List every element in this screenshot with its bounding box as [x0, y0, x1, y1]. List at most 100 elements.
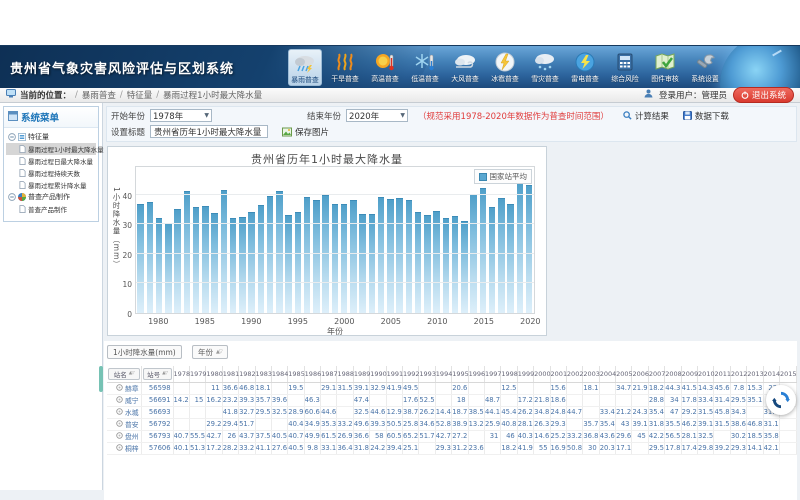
chart-title-input[interactable]: 贵州省历年1小时最大降水量 — [150, 125, 268, 138]
year-column-header[interactable]: 1979 — [189, 366, 205, 382]
breadcrumb-item[interactable]: 暴雨过程1小时最大降水量 — [163, 89, 262, 101]
bar-1988[interactable] — [230, 218, 236, 313]
year-column-header[interactable]: 1981 — [222, 366, 238, 382]
nav-hightemp[interactable]: 高温普查 — [368, 49, 402, 86]
year-column-header[interactable]: 1991 — [386, 366, 402, 382]
bar-1980[interactable] — [156, 218, 162, 313]
sidebar-item-product-making[interactable]: 普查产品制作 — [6, 203, 96, 215]
bar-2003[interactable] — [369, 214, 375, 313]
bar-2017[interactable] — [498, 198, 504, 313]
download-button[interactable]: 数据下载 — [683, 110, 729, 122]
year-column-header[interactable]: 2002 — [566, 366, 582, 382]
year-column-header[interactable]: 2010 — [698, 366, 714, 382]
logout-button[interactable]: 退出系统 — [733, 87, 794, 103]
nav-rainstorm[interactable]: 暴雨普查 — [288, 49, 322, 86]
bar-1996[interactable] — [304, 197, 310, 313]
bar-2013[interactable] — [461, 221, 467, 313]
tree-group-products[interactable]: 普查产品制作 — [6, 191, 96, 203]
station-name-cell[interactable]: 威宁 — [107, 394, 141, 406]
bar-1991[interactable] — [258, 205, 264, 313]
year-column-header[interactable]: 2011 — [714, 366, 730, 382]
nav-review[interactable]: 图件审核 — [648, 49, 682, 86]
year-column-header[interactable]: 1989 — [353, 366, 369, 382]
year-column-header[interactable]: 1980 — [206, 366, 222, 382]
save-image-button[interactable]: 保存图片 — [282, 126, 329, 138]
end-year-select[interactable]: 2020年▼ — [346, 109, 408, 122]
year-column-header[interactable]: 1997 — [484, 366, 500, 382]
station-name-cell[interactable]: 普安 — [107, 418, 141, 430]
year-column-header[interactable]: 2014 — [763, 366, 779, 382]
bar-2005[interactable] — [387, 199, 393, 313]
bar-1978[interactable] — [137, 204, 143, 313]
bar-1982[interactable] — [174, 209, 180, 313]
bar-1994[interactable] — [285, 215, 291, 313]
year-column-header[interactable]: 2004 — [599, 366, 615, 382]
sidebar-item-daily-max-precip[interactable]: 暴雨过程日最大降水量 — [6, 155, 96, 167]
station-name-cell[interactable]: 赫章 — [107, 382, 141, 394]
station-name-cell[interactable]: 盘州 — [107, 430, 141, 442]
year-field-chip[interactable]: 年份▲▽ — [192, 345, 228, 359]
station-name-cell[interactable]: 桐梓 — [107, 442, 141, 454]
station-name-cell[interactable]: 水城 — [107, 406, 141, 418]
start-year-select[interactable]: 1978年▼ — [150, 109, 212, 122]
sidebar-item-duration-days[interactable]: 暴雨过程持续天数 — [6, 167, 96, 179]
sort-by-id[interactable]: 站号▲▽ — [143, 368, 172, 380]
year-column-header[interactable]: 1988 — [337, 366, 353, 382]
bar-2015[interactable] — [480, 188, 486, 313]
nav-lowtemp[interactable]: 低温普查 — [408, 49, 442, 86]
year-column-header[interactable]: 1984 — [271, 366, 287, 382]
year-column-header[interactable]: 2009 — [681, 366, 697, 382]
bar-1995[interactable] — [295, 212, 301, 313]
year-column-header[interactable]: 2012 — [730, 366, 746, 382]
bar-2019[interactable] — [517, 182, 523, 313]
bar-2007[interactable] — [406, 200, 412, 313]
bar-2011[interactable] — [443, 218, 449, 313]
nav-hail[interactable]: 冰雹普查 — [488, 49, 522, 86]
year-column-header[interactable]: 1987 — [321, 366, 337, 382]
year-column-header[interactable]: 2003 — [583, 366, 599, 382]
year-column-header[interactable]: 2000 — [534, 366, 550, 382]
nav-snow[interactable]: 雪灾普查 — [528, 49, 562, 86]
breadcrumb-item[interactable]: 特征量 — [127, 89, 153, 101]
bar-1989[interactable] — [239, 217, 245, 313]
bar-1981[interactable] — [165, 223, 171, 313]
nav-drought[interactable]: 干旱普查 — [328, 49, 362, 86]
year-column-header[interactable]: 1996 — [468, 366, 484, 382]
year-column-header[interactable]: 1995 — [452, 366, 468, 382]
year-column-header[interactable]: 1999 — [517, 366, 533, 382]
year-column-header[interactable]: 1985 — [288, 366, 304, 382]
year-column-header[interactable]: 2005 — [616, 366, 632, 382]
year-column-header[interactable]: 2006 — [632, 366, 648, 382]
bar-2006[interactable] — [396, 198, 402, 313]
bar-2008[interactable] — [415, 212, 421, 313]
tree-group-features[interactable]: 特征量 — [6, 131, 96, 143]
sidebar-item-accumulated-precip[interactable]: 暴雨过程累计降水量 — [6, 179, 96, 191]
bar-2009[interactable] — [424, 215, 430, 313]
bar-1979[interactable] — [147, 202, 153, 313]
bar-2002[interactable] — [359, 214, 365, 313]
year-column-header[interactable]: 1986 — [304, 366, 320, 382]
bar-1986[interactable] — [211, 213, 217, 313]
year-column-header[interactable]: 1992 — [403, 366, 419, 382]
nav-risk[interactable]: 综合风险 — [608, 49, 642, 86]
bar-2012[interactable] — [452, 216, 458, 313]
nav-settings[interactable]: 系统设置 — [688, 49, 722, 86]
floating-widget-button[interactable] — [766, 385, 796, 415]
year-column-header[interactable]: 1994 — [435, 366, 451, 382]
year-column-header[interactable]: 1978 — [173, 366, 189, 382]
bar-2000[interactable] — [341, 204, 347, 313]
sort-by-name[interactable]: 站名▲▽ — [108, 368, 140, 380]
nav-wind[interactable]: 大风普查 — [448, 49, 482, 86]
nav-lightning[interactable]: 雷电普查 — [568, 49, 602, 86]
bar-1992[interactable] — [267, 196, 273, 314]
bar-1987[interactable] — [221, 190, 227, 313]
bar-2018[interactable] — [507, 204, 513, 313]
year-column-header[interactable]: 2001 — [550, 366, 566, 382]
bar-2001[interactable] — [350, 200, 356, 313]
bar-2010[interactable] — [433, 211, 439, 313]
year-column-header[interactable]: 1990 — [370, 366, 386, 382]
bar-1997[interactable] — [313, 200, 319, 313]
splitter-handle[interactable] — [99, 366, 103, 392]
year-column-header[interactable]: 1982 — [239, 366, 255, 382]
year-column-header[interactable]: 2013 — [747, 366, 763, 382]
